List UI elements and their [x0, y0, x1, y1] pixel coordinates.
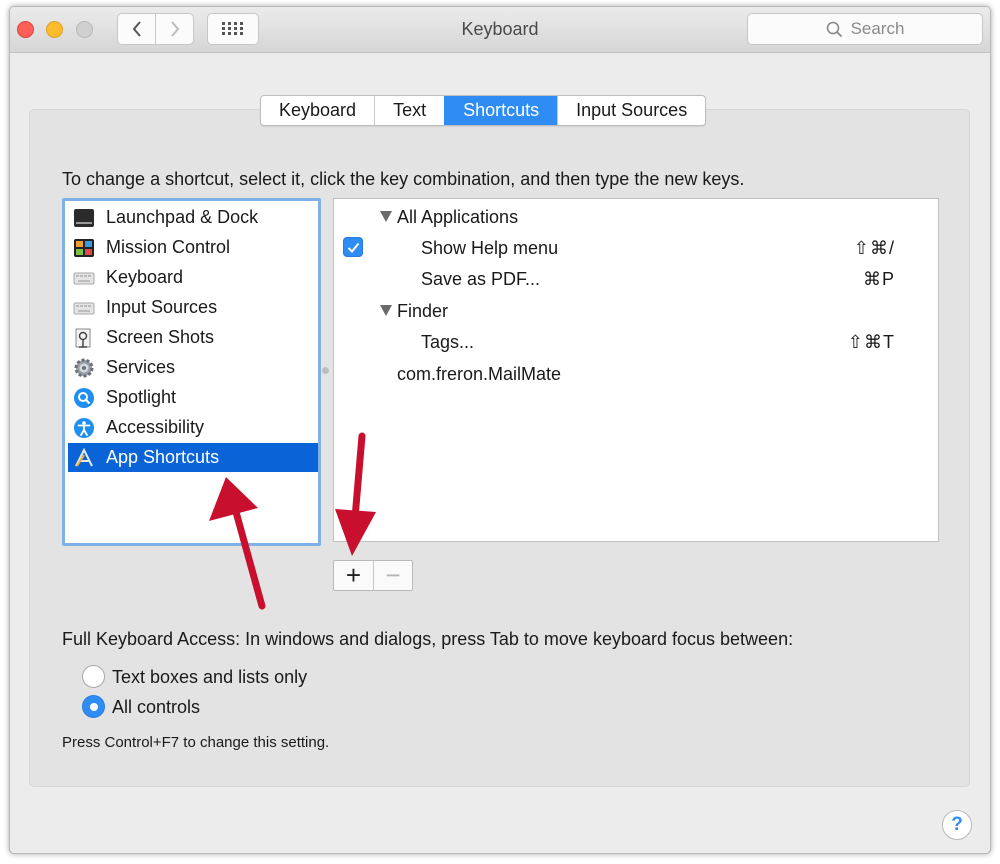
category-app-shortcuts[interactable]: App Shortcuts [68, 443, 318, 472]
launchpad-icon [74, 208, 94, 227]
category-services[interactable]: Services [68, 353, 318, 382]
tab-text[interactable]: Text [374, 96, 444, 125]
group-label: com.freron.MailMate [397, 364, 562, 384]
remove-shortcut-button[interactable]: − [373, 560, 412, 590]
shortcut-row-save-pdf[interactable]: Save as PDF... ⌘P [334, 264, 938, 294]
split-view-divider[interactable] [322, 367, 329, 374]
search-icon [826, 21, 842, 37]
group-label: Finder [397, 301, 449, 321]
radio-label[interactable]: Text boxes and lists only [112, 667, 307, 688]
keyboard-icon [73, 272, 95, 284]
disclosure-triangle-icon[interactable] [380, 211, 392, 222]
category-label: App Shortcuts [106, 447, 220, 467]
shortcut-keys[interactable]: ⇧⌘/ [854, 238, 895, 259]
radio-all-controls[interactable] [82, 695, 105, 718]
category-screen-shots[interactable]: Screen Shots [68, 323, 318, 352]
add-remove-control: + − [333, 560, 413, 591]
title-bar: Keyboard Search [10, 7, 990, 53]
keyboard-access-hint: Press Control+F7 to change this setting. [62, 734, 330, 751]
category-spotlight[interactable]: Spotlight [68, 383, 318, 412]
app-store-icon [75, 447, 93, 467]
screenshot-icon [75, 328, 91, 348]
category-label: Screen Shots [106, 327, 215, 347]
category-label: Services [106, 357, 176, 377]
shortcut-enabled-checkbox[interactable] [343, 237, 363, 257]
gear-icon [74, 358, 94, 377]
shortcut-keys[interactable]: ⌘P [863, 269, 895, 290]
shortcut-row-show-help[interactable]: Show Help menu ⇧⌘/ [334, 233, 938, 263]
group-row-mailmate[interactable]: com.freron.MailMate [334, 359, 938, 389]
chevron-right-icon [170, 21, 179, 37]
category-accessibility[interactable]: Accessibility [68, 413, 318, 442]
category-label: Accessibility [106, 417, 205, 437]
tab-keyboard[interactable]: Keyboard [261, 96, 374, 125]
category-launchpad-dock[interactable]: Launchpad & Dock [68, 203, 318, 232]
back-forward-control [117, 13, 194, 45]
group-row-all-applications[interactable]: All Applications [334, 202, 938, 232]
radio-label[interactable]: All controls [112, 697, 200, 718]
help-button[interactable]: ? [942, 810, 972, 840]
full-keyboard-access-label: Full Keyboard Access: In windows and dia… [62, 629, 794, 649]
grid-icon [222, 22, 243, 35]
back-button[interactable] [118, 14, 155, 44]
group-row-finder[interactable]: Finder [334, 296, 938, 326]
category-label: Input Sources [106, 297, 218, 317]
accessibility-icon [74, 417, 94, 438]
close-window-button[interactable] [17, 21, 34, 38]
keyboard-icon [73, 302, 95, 314]
chevron-left-icon [132, 21, 141, 37]
tab-bar: Keyboard Text Shortcuts Input Sources [260, 95, 707, 126]
search-field[interactable]: Search [747, 13, 983, 45]
group-label: All Applications [397, 207, 519, 227]
checkmark-icon [347, 242, 359, 253]
category-label: Mission Control [106, 237, 231, 257]
category-label: Launchpad & Dock [106, 207, 259, 227]
search-placeholder: Search [850, 19, 905, 38]
disclosure-triangle-icon[interactable] [380, 305, 392, 316]
preferences-window: Keyboard Search Keyboard Text Shortcuts … [9, 6, 991, 854]
shortcut-label: Show Help menu [421, 238, 559, 258]
forward-button[interactable] [155, 14, 193, 44]
tab-shortcuts[interactable]: Shortcuts [444, 96, 558, 125]
shortcut-row-tags[interactable]: Tags... ⇧⌘T [334, 327, 938, 357]
instruction-text: To change a shortcut, select it, click t… [62, 169, 745, 189]
add-shortcut-button[interactable]: + [334, 560, 373, 590]
category-label: Spotlight [106, 387, 177, 407]
radio-text-boxes-only[interactable] [82, 665, 105, 688]
minimize-window-button[interactable] [46, 21, 63, 38]
category-input-sources[interactable]: Input Sources [68, 293, 318, 322]
shortcut-keys[interactable]: ⇧⌘T [848, 332, 895, 353]
shortcut-label: Tags... [421, 332, 475, 352]
tab-input-sources[interactable]: Input Sources [557, 96, 705, 125]
spotlight-icon [74, 387, 94, 408]
mission-control-icon [74, 238, 94, 257]
category-mission-control[interactable]: Mission Control [68, 233, 318, 262]
shortcut-label: Save as PDF... [421, 269, 541, 289]
category-label: Keyboard [106, 267, 184, 287]
category-keyboard[interactable]: Keyboard [68, 263, 318, 292]
zoom-window-button[interactable] [76, 21, 93, 38]
show-all-button[interactable] [207, 13, 259, 45]
category-list[interactable]: Launchpad & Dock Mission Control Keyboar… [62, 198, 321, 546]
shortcut-list[interactable]: All Applications Show Help menu ⇧⌘/ Save… [333, 198, 939, 542]
